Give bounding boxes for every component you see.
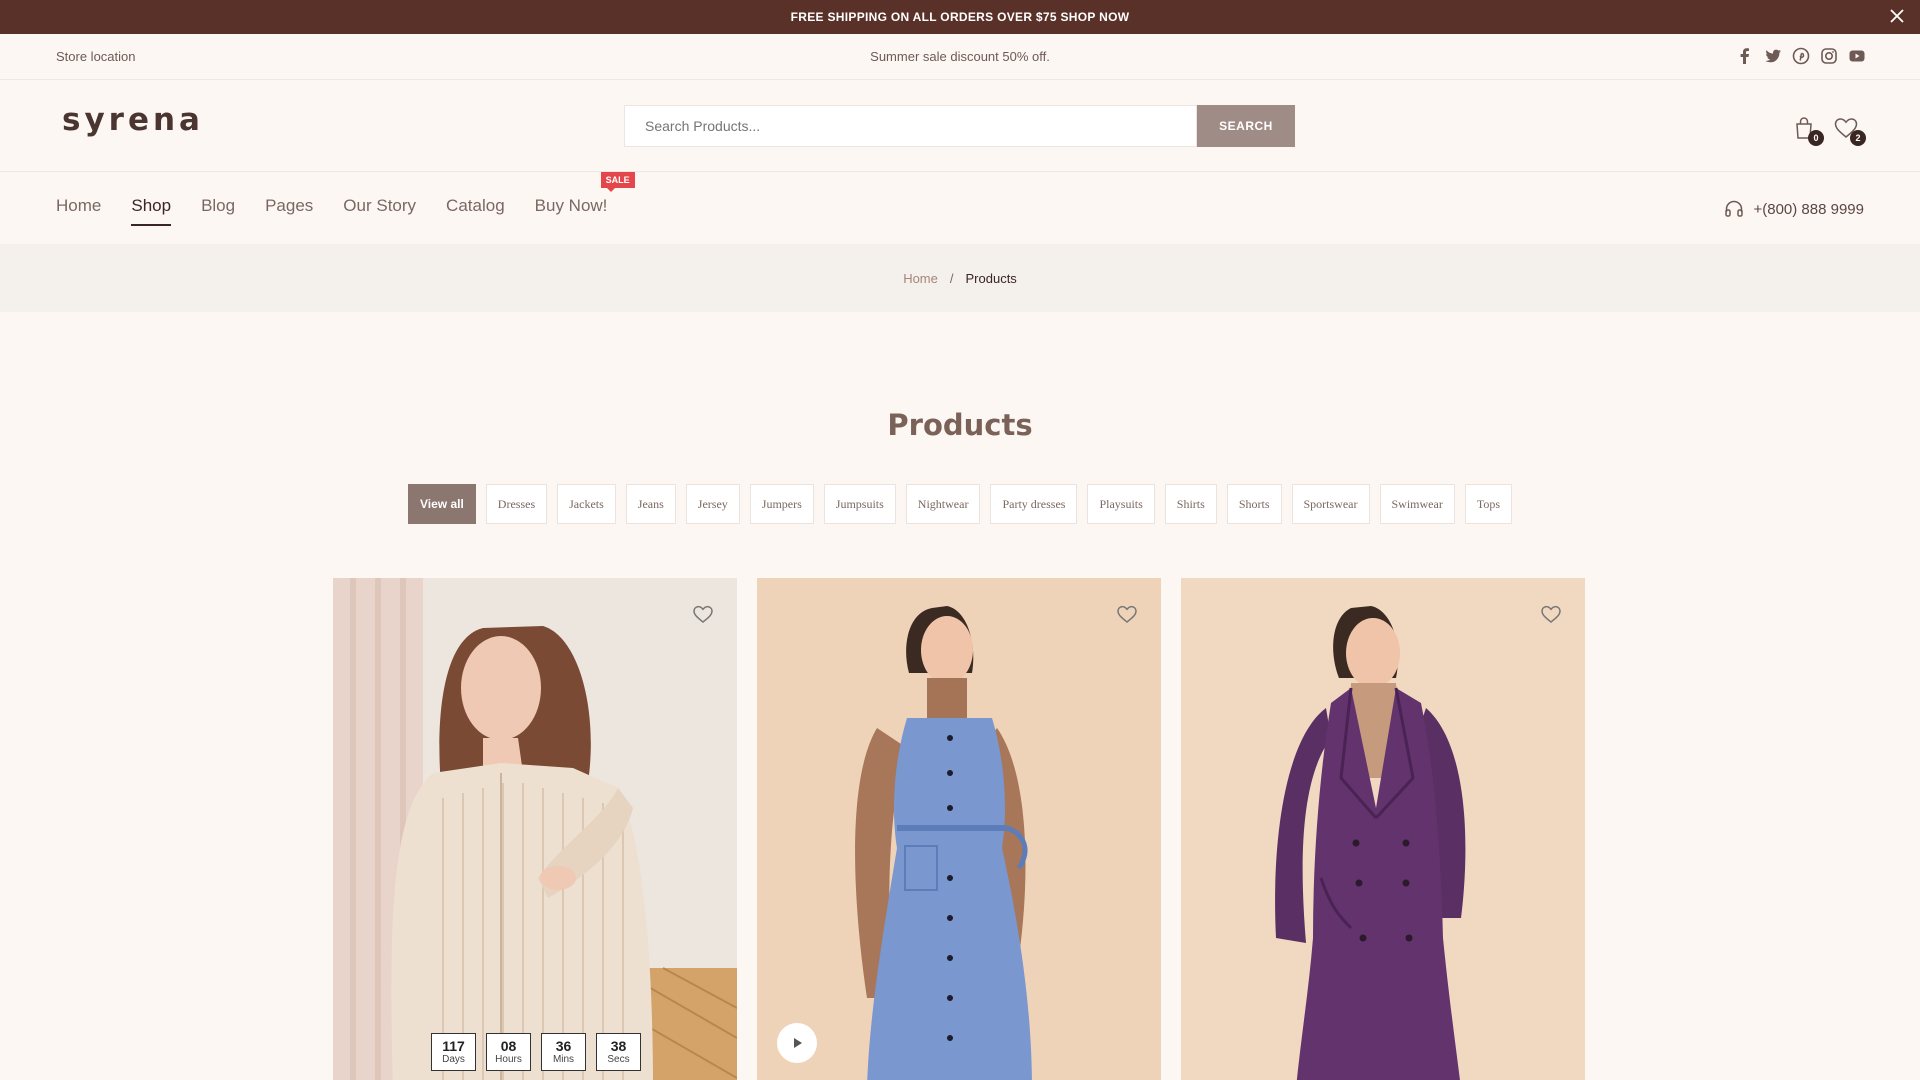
phone-contact[interactable]: +(800) 888 9999: [1723, 198, 1864, 220]
filter-swimwear[interactable]: Swimwear: [1379, 484, 1455, 524]
breadcrumb-home[interactable]: Home: [903, 271, 938, 286]
wishlist-count-badge: 2: [1850, 130, 1866, 146]
countdown-label: Days: [442, 1053, 465, 1065]
product-card[interactable]: 117 Days 08 Hours 36 Mins 38 Secs: [333, 578, 737, 1080]
top-bar: Store location Summer sale discount 50% …: [0, 34, 1920, 80]
countdown-secs: 38 Secs: [596, 1033, 641, 1071]
heart-icon[interactable]: [1539, 602, 1563, 626]
main-nav: Home Shop Blog Pages Our Story Catalog B…: [0, 172, 1920, 244]
headphones-icon: [1725, 200, 1744, 217]
youtube-icon[interactable]: [1848, 47, 1866, 65]
filter-playsuits[interactable]: Playsuits: [1087, 484, 1155, 524]
product-image[interactable]: [333, 578, 737, 1080]
promo-text: Summer sale discount 50% off.: [870, 49, 1050, 64]
announcement-text[interactable]: FREE SHIPPING ON ALL ORDERS OVER $75 SHO…: [791, 10, 1130, 24]
nav-item-buy-now-label: Buy Now!: [534, 196, 608, 215]
countdown-timer: 117 Days 08 Hours 36 Mins 38 Secs: [431, 1033, 641, 1071]
product-image[interactable]: [1181, 578, 1585, 1080]
filter-shorts[interactable]: Shorts: [1226, 484, 1282, 524]
breadcrumb-current: Products: [965, 270, 1017, 286]
social-links: [1736, 47, 1866, 65]
sale-badge: SALE: [600, 172, 635, 192]
breadcrumb-separator: /: [949, 270, 954, 286]
filter-jackets[interactable]: Jackets: [557, 484, 616, 524]
countdown-days: 117 Days: [431, 1033, 476, 1071]
filter-dresses[interactable]: Dresses: [485, 484, 548, 524]
product-image[interactable]: [757, 578, 1161, 1080]
product-card[interactable]: [1181, 578, 1585, 1080]
countdown-label: Hours: [495, 1053, 522, 1065]
countdown-value: 117: [442, 1037, 465, 1054]
countdown-hours: 08 Hours: [486, 1033, 531, 1071]
nav-list: Home Shop Blog Pages Our Story Catalog B…: [56, 172, 635, 226]
facebook-icon[interactable]: [1736, 47, 1754, 65]
header: syrena SEARCH 0 2: [0, 80, 1920, 172]
twitter-icon[interactable]: [1764, 47, 1782, 65]
search-button[interactable]: SEARCH: [1197, 105, 1295, 147]
page-title: Products: [887, 408, 1033, 442]
search-input[interactable]: [624, 105, 1197, 147]
nav-item-our-story[interactable]: Our Story: [343, 196, 416, 226]
play-icon: [794, 1038, 802, 1048]
filter-view-all[interactable]: View all: [407, 484, 476, 524]
nav-item-home[interactable]: Home: [56, 196, 101, 226]
filter-party-dresses[interactable]: Party dresses: [990, 484, 1078, 524]
nav-item-blog[interactable]: Blog: [201, 196, 235, 226]
filter-jumpers[interactable]: Jumpers: [749, 484, 814, 524]
wishlist-button[interactable]: 2: [1832, 114, 1866, 146]
filter-shirts[interactable]: Shirts: [1164, 484, 1217, 524]
category-filters: View all Dresses Jackets Jeans Jersey Ju…: [0, 484, 1920, 524]
pinterest-icon[interactable]: [1792, 47, 1810, 65]
countdown-value: 38: [610, 1037, 627, 1054]
filter-tops[interactable]: Tops: [1464, 484, 1512, 524]
heart-icon[interactable]: [1115, 602, 1139, 626]
filter-jeans[interactable]: Jeans: [625, 484, 676, 524]
filter-jersey[interactable]: Jersey: [685, 484, 740, 524]
logo[interactable]: syrena: [62, 102, 204, 138]
phone-number: +(800) 888 9999: [1753, 200, 1864, 218]
cart-button[interactable]: 0: [1790, 114, 1824, 146]
countdown-label: Secs: [607, 1053, 630, 1065]
play-video-button[interactable]: [777, 1023, 817, 1063]
countdown-label: Mins: [552, 1053, 575, 1065]
header-icons: 0 2: [1790, 114, 1866, 146]
countdown-value: 36: [555, 1037, 572, 1054]
product-grid: 117 Days 08 Hours 36 Mins 38 Secs: [333, 578, 1585, 1080]
breadcrumb: Home / Products: [0, 244, 1920, 312]
filter-sportswear[interactable]: Sportswear: [1291, 484, 1370, 524]
announcement-bar: FREE SHIPPING ON ALL ORDERS OVER $75 SHO…: [0, 0, 1920, 34]
nav-item-pages[interactable]: Pages: [265, 196, 313, 226]
search-form: SEARCH: [624, 105, 1295, 147]
product-card[interactable]: [757, 578, 1161, 1080]
filter-jumpsuits[interactable]: Jumpsuits: [823, 484, 896, 524]
instagram-icon[interactable]: [1820, 47, 1838, 65]
close-icon[interactable]: [1884, 3, 1910, 29]
heart-icon[interactable]: [691, 602, 715, 626]
filter-nightwear[interactable]: Nightwear: [905, 484, 981, 524]
nav-item-shop[interactable]: Shop: [131, 196, 171, 226]
nav-item-catalog[interactable]: Catalog: [446, 196, 505, 226]
countdown-mins: 36 Mins: [541, 1033, 586, 1071]
cart-count-badge: 0: [1808, 130, 1824, 146]
countdown-value: 08: [500, 1037, 517, 1054]
nav-item-buy-now[interactable]: Buy Now! SALE: [534, 172, 635, 226]
